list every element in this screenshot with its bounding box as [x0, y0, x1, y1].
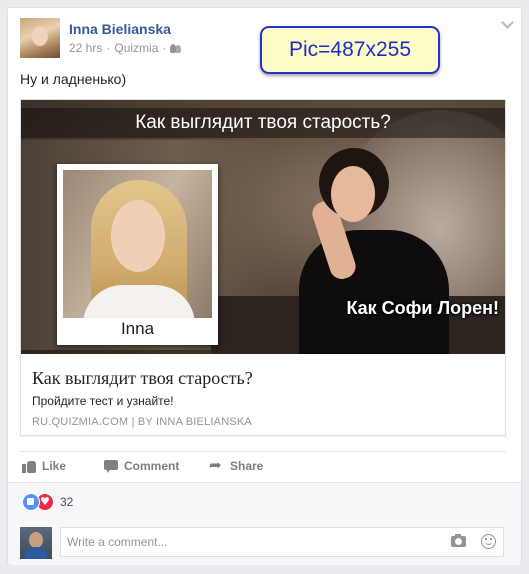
reaction-count[interactable]: 32 — [60, 495, 73, 509]
celebrity-dress — [299, 230, 449, 354]
link-description: Пройдите тест и узнайте! — [32, 394, 174, 408]
user-polaroid-frame: Inna — [57, 164, 218, 345]
user-photo — [63, 170, 212, 318]
link-source: RU.QUIZMIA.COM | BY INNA BIELIANSKA — [32, 416, 252, 428]
like-label: Like — [42, 459, 67, 473]
meta-separator: · — [162, 41, 167, 55]
comment-button[interactable]: Comment — [104, 459, 179, 473]
link-title[interactable]: Как выглядит твоя старость? — [32, 368, 253, 389]
share-arrow-icon — [209, 456, 224, 474]
reactions-summary[interactable]: 32 — [22, 493, 73, 511]
post-time[interactable]: 22 hrs — [69, 41, 102, 55]
post-app-link[interactable]: Quizmia — [114, 41, 158, 55]
link-preview-image[interactable]: Как выглядит твоя старость? Inna Как Соф… — [21, 100, 505, 354]
speech-bubble-icon — [104, 459, 118, 473]
polaroid-name: Inna — [120, 319, 155, 338]
friends-icon[interactable] — [170, 43, 182, 53]
thumbs-up-icon — [22, 459, 36, 473]
post-meta: 22 hrs · Quizmia · — [69, 41, 182, 55]
celebrity-face — [331, 166, 375, 222]
link-preview-card[interactable]: Как выглядит твоя старость? Inna Как Соф… — [20, 99, 506, 436]
celebrity-photo — [291, 140, 461, 354]
like-reaction-icon — [22, 493, 40, 511]
link-domain: RU.QUIZMIA.COM — [32, 416, 129, 428]
camera-icon[interactable] — [451, 534, 466, 547]
source-divider: | — [131, 416, 135, 428]
share-button[interactable]: Share — [209, 456, 264, 474]
image-title-banner: Как выглядит твоя старость? — [21, 108, 505, 138]
comment-label: Comment — [124, 459, 180, 473]
avatar-face — [32, 26, 48, 46]
viewer-avatar[interactable] — [20, 527, 52, 559]
link-byline[interactable]: BY INNA BIELIANSKA — [138, 416, 252, 428]
feed-post-card: Inna Bielianska 22 hrs · Quizmia · Pic=4… — [7, 7, 522, 565]
post-action-bar: Like Comment Share — [20, 451, 506, 482]
post-footer: 32 — [8, 482, 521, 565]
comment-composer — [20, 527, 510, 561]
author-avatar[interactable] — [20, 18, 60, 58]
post-text: Ну и ладненько) — [20, 71, 127, 87]
image-size-overlay: Pic=487x255 — [260, 26, 440, 74]
like-button[interactable]: Like — [22, 459, 66, 473]
author-name-link[interactable]: Inna Bielianska — [69, 21, 171, 37]
meta-separator: · — [106, 41, 111, 55]
chevron-down-icon[interactable] — [501, 18, 513, 28]
result-caption: Как Софи Лорен! — [346, 298, 499, 318]
comment-input[interactable] — [60, 527, 504, 557]
emoji-icon[interactable] — [481, 534, 496, 549]
user-face — [111, 200, 165, 272]
share-label: Share — [230, 459, 264, 473]
